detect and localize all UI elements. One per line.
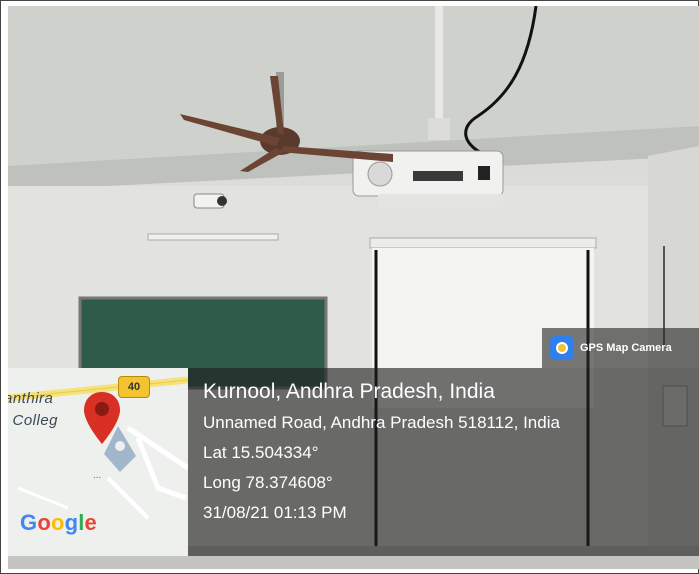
map-pin-icon — [84, 392, 120, 444]
road-number-badge: 40 — [118, 376, 150, 398]
location-info: Kurnool, Andhra Pradesh, India Unnamed R… — [203, 380, 560, 533]
gps-map-camera-icon — [550, 336, 574, 360]
datetime-line: 31/08/21 01:13 PM — [203, 503, 347, 522]
map-place-label: anthira — [8, 390, 54, 407]
city-line: Kurnool, Andhra Pradesh, India — [203, 380, 495, 403]
mini-map: ... 40 anthira i Colleg Google — [8, 368, 188, 556]
badge-label: GPS Map Camera — [580, 342, 672, 354]
longitude-line: Long 78.374608° — [203, 473, 333, 492]
address-line: Unnamed Road, Andhra Pradesh 518112, Ind… — [203, 413, 560, 432]
latitude-line: Lat 15.504334° — [203, 443, 319, 462]
gps-map-camera-badge: GPS Map Camera — [542, 328, 699, 368]
map-place-label-2: i Colleg — [8, 412, 59, 429]
svg-text:...: ... — [93, 470, 101, 481]
google-logo: Google — [20, 510, 97, 535]
